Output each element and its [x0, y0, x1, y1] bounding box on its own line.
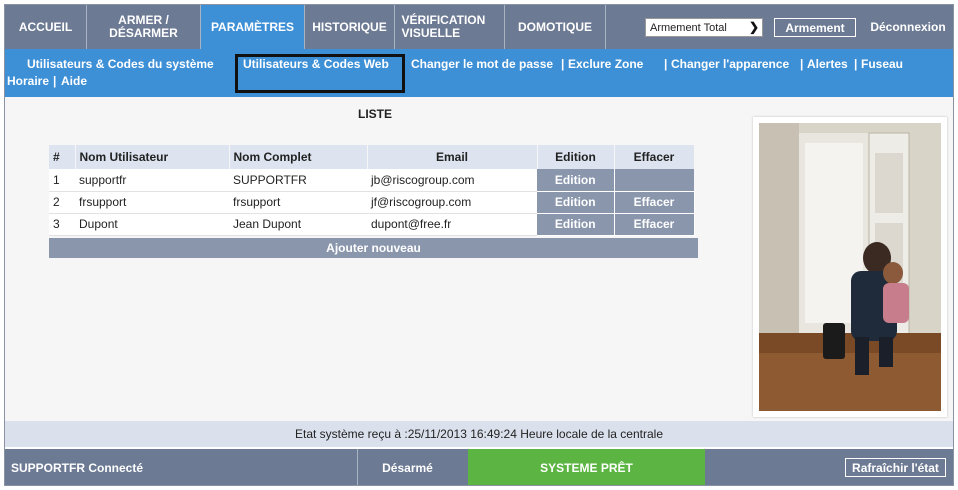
- col-delete: Effacer: [614, 145, 695, 169]
- users-table: # Nom Utilisateur Nom Complet Email Edit…: [49, 145, 695, 236]
- sub-nav: Utilisateurs & Codes du système Utilisat…: [5, 49, 953, 97]
- subnav-exclude-zone[interactable]: Exclure Zone: [568, 57, 643, 71]
- footer-bar: SUPPORTFR Connecté Désarmé SYSTEME PRÊT …: [5, 449, 953, 485]
- row-username: Dupont: [75, 213, 229, 236]
- col-fullname: Nom Complet: [229, 145, 368, 169]
- nav-settings[interactable]: PARAMÈTRES: [201, 5, 305, 49]
- subnav-timezone-cont[interactable]: Horaire: [7, 74, 49, 88]
- selected-tab-highlight: [235, 54, 405, 93]
- nav-visual-verification[interactable]: VÉRIFICATION VISUELLE: [395, 5, 505, 49]
- system-state-label: Désarmé: [357, 449, 457, 485]
- user-connected-label: SUPPORTFR Connecté: [11, 461, 144, 475]
- col-email: Email: [367, 145, 538, 169]
- logout-link[interactable]: Déconnexion: [863, 5, 953, 49]
- row-num: 2: [49, 191, 75, 214]
- row-fullname: SUPPORTFR: [229, 169, 367, 192]
- arm-mode-select[interactable]: Armement Total ❯: [645, 18, 763, 37]
- system-status-line: Etat système reçu à :25/11/2013 16:49:24…: [5, 421, 953, 447]
- col-username: Nom Utilisateur: [75, 145, 230, 169]
- row-num: 3: [49, 213, 75, 236]
- table-row: 2 frsupport frsupport jf@riscogroup.com …: [49, 191, 695, 214]
- subnav-separator: |: [854, 57, 858, 71]
- delete-cell-empty: [614, 169, 694, 192]
- subnav-change-password[interactable]: Changer le mot de passe: [411, 57, 553, 71]
- refresh-status-button[interactable]: Rafraîchir l'état: [845, 458, 946, 477]
- edit-button[interactable]: Edition: [537, 191, 615, 214]
- subnav-separator: |: [664, 57, 668, 71]
- row-num: 1: [49, 169, 75, 192]
- row-email: jb@riscogroup.com: [367, 169, 537, 192]
- top-nav: ACCUEIL ARMER / DÉSARMER PARAMÈTRES HIST…: [5, 5, 953, 49]
- subnav-separator: |: [561, 57, 565, 71]
- chevron-down-icon: ❯: [748, 20, 759, 34]
- nav-arm-disarm[interactable]: ARMER / DÉSARMER: [87, 5, 201, 49]
- arm-mode-value: Armement Total: [650, 21, 727, 34]
- subnav-help[interactable]: Aide: [61, 74, 87, 88]
- col-num: #: [49, 145, 76, 169]
- row-username: frsupport: [75, 191, 229, 214]
- add-new-button[interactable]: Ajouter nouveau: [49, 238, 698, 258]
- edit-button[interactable]: Edition: [537, 169, 615, 192]
- table-row: 1 supportfr SUPPORTFR jb@riscogroup.com …: [49, 169, 694, 192]
- row-fullname: Jean Dupont: [229, 213, 367, 236]
- nav-home-automation[interactable]: DOMOTIQUE: [505, 5, 606, 49]
- system-ready-badge: SYSTEME PRÊT: [468, 449, 705, 485]
- app-frame: ACCUEIL ARMER / DÉSARMER PARAMÈTRES HIST…: [4, 4, 954, 486]
- subnav-separator: |: [53, 74, 57, 88]
- table-header-row: # Nom Utilisateur Nom Complet Email Edit…: [49, 145, 695, 169]
- list-title: LISTE: [357, 107, 392, 121]
- nav-history[interactable]: HISTORIQUE: [305, 5, 395, 49]
- nav-home[interactable]: ACCUEIL: [5, 5, 87, 49]
- subnav-alerts[interactable]: Alertes: [807, 57, 848, 71]
- main-content: LISTE # Nom Utilisateur Nom Complet Emai…: [5, 97, 953, 421]
- table-row: 3 Dupont Jean Dupont dupont@free.fr Edit…: [49, 213, 695, 236]
- edit-button[interactable]: Edition: [537, 213, 615, 236]
- family-photo-image: [759, 123, 941, 411]
- row-email: jf@riscogroup.com: [367, 191, 537, 214]
- subnav-timezone[interactable]: Fuseau: [861, 57, 903, 71]
- delete-button[interactable]: Effacer: [614, 191, 695, 214]
- row-email: dupont@free.fr: [367, 213, 537, 236]
- delete-button[interactable]: Effacer: [614, 213, 695, 236]
- subnav-change-appearance[interactable]: Changer l'apparence: [671, 57, 789, 71]
- row-username: supportfr: [75, 169, 229, 192]
- col-edit: Edition: [537, 145, 615, 169]
- subnav-separator: |: [800, 57, 804, 71]
- promo-photo: [753, 117, 947, 417]
- arm-button[interactable]: Armement: [774, 18, 856, 37]
- row-fullname: frsupport: [229, 191, 367, 214]
- subnav-system-users[interactable]: Utilisateurs & Codes du système: [27, 57, 214, 71]
